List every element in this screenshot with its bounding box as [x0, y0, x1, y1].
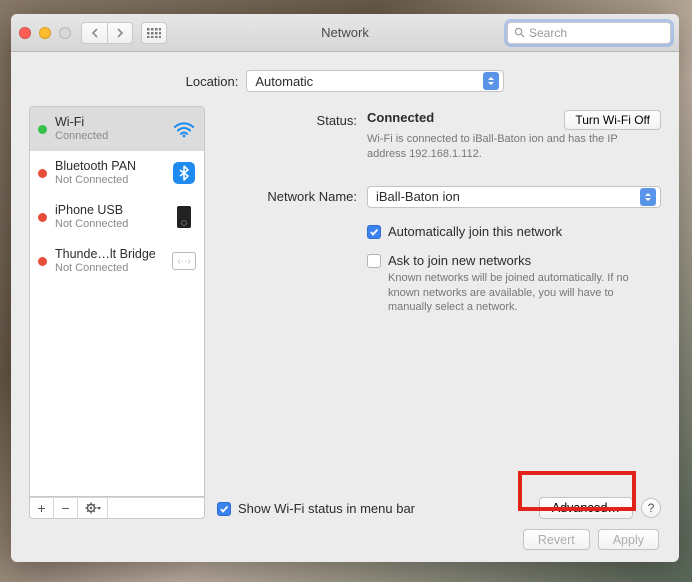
network-preferences-window: Network Search Location: Automatic Wi-Fi	[11, 14, 679, 562]
bluetooth-icon	[172, 161, 196, 185]
service-status: Not Connected	[55, 218, 128, 231]
search-icon	[514, 27, 525, 38]
add-service-button[interactable]: +	[30, 498, 54, 518]
bottom-buttons: Revert Apply	[29, 519, 661, 550]
apply-button[interactable]: Apply	[598, 529, 659, 550]
checkmark-icon	[369, 227, 379, 237]
services-list: Wi-Fi Connected Bluetooth PAN Not Connec…	[29, 106, 205, 497]
location-label: Location:	[186, 74, 239, 89]
service-iphone-usb[interactable]: iPhone USB Not Connected	[30, 195, 204, 239]
status-dot-icon	[38, 125, 47, 134]
turn-wifi-off-button[interactable]: Turn Wi-Fi Off	[564, 110, 661, 130]
checkmark-icon	[219, 504, 229, 514]
phone-icon	[172, 205, 196, 229]
advanced-button[interactable]: Advanced…	[539, 497, 633, 519]
updown-arrows-icon	[483, 72, 499, 90]
content-area: Location: Automatic Wi-Fi Connected	[11, 52, 679, 562]
zoom-window-button[interactable]	[59, 27, 71, 39]
location-row: Location: Automatic	[29, 70, 661, 92]
status-value: Connected	[367, 110, 434, 125]
service-bluetooth-pan[interactable]: Bluetooth PAN Not Connected	[30, 151, 204, 195]
nav-buttons	[81, 22, 133, 44]
location-value: Automatic	[255, 74, 313, 89]
search-input[interactable]: Search	[507, 22, 671, 44]
ask-join-checkbox[interactable]	[367, 254, 381, 268]
show-status-label: Show Wi-Fi status in menu bar	[238, 501, 415, 516]
minimize-window-button[interactable]	[39, 27, 51, 39]
status-description: Wi-Fi is connected to iBall-Baton ion an…	[367, 132, 627, 162]
search-placeholder: Search	[529, 26, 567, 40]
remove-service-button[interactable]: −	[54, 498, 78, 518]
revert-button[interactable]: Revert	[523, 529, 590, 550]
details-pane: Status: Connected Turn Wi-Fi Off Wi-Fi i…	[217, 106, 661, 519]
back-button[interactable]	[81, 22, 107, 44]
service-name: Bluetooth PAN	[55, 159, 136, 173]
location-popup[interactable]: Automatic	[246, 70, 504, 92]
service-status: Connected	[55, 130, 108, 143]
service-status: Not Connected	[55, 262, 156, 275]
network-name-popup[interactable]: iBall-Baton ion	[367, 186, 661, 208]
help-button[interactable]: ?	[641, 498, 661, 518]
gear-icon	[85, 502, 101, 514]
show-all-button[interactable]	[141, 22, 167, 44]
forward-button[interactable]	[107, 22, 133, 44]
ask-join-description: Known networks will be joined automatica…	[388, 271, 658, 316]
show-status-checkbox[interactable]	[217, 502, 231, 516]
status-dot-icon	[38, 169, 47, 178]
status-dot-icon	[38, 213, 47, 222]
ask-join-label: Ask to join new networks	[388, 253, 658, 268]
status-dot-icon	[38, 257, 47, 266]
status-label: Status:	[217, 110, 367, 162]
service-name: Thunde…lt Bridge	[55, 247, 156, 261]
thunderbolt-icon: ‹··›	[172, 249, 196, 273]
close-window-button[interactable]	[19, 27, 31, 39]
auto-join-checkbox[interactable]	[367, 225, 381, 239]
network-name-label: Network Name:	[217, 186, 367, 208]
service-wifi[interactable]: Wi-Fi Connected	[30, 107, 204, 151]
service-status: Not Connected	[55, 174, 136, 187]
window-controls	[19, 27, 71, 39]
titlebar: Network Search	[11, 14, 679, 52]
wifi-icon	[172, 117, 196, 141]
service-thunderbolt-bridge[interactable]: Thunde…lt Bridge Not Connected ‹··›	[30, 239, 204, 283]
network-name-value: iBall-Baton ion	[376, 189, 460, 204]
updown-arrows-icon	[640, 188, 656, 206]
service-actions-button[interactable]	[78, 498, 108, 518]
service-name: Wi-Fi	[55, 115, 108, 129]
service-name: iPhone USB	[55, 203, 128, 217]
auto-join-label: Automatically join this network	[388, 224, 562, 239]
sidebar-footer: + −	[29, 497, 205, 519]
